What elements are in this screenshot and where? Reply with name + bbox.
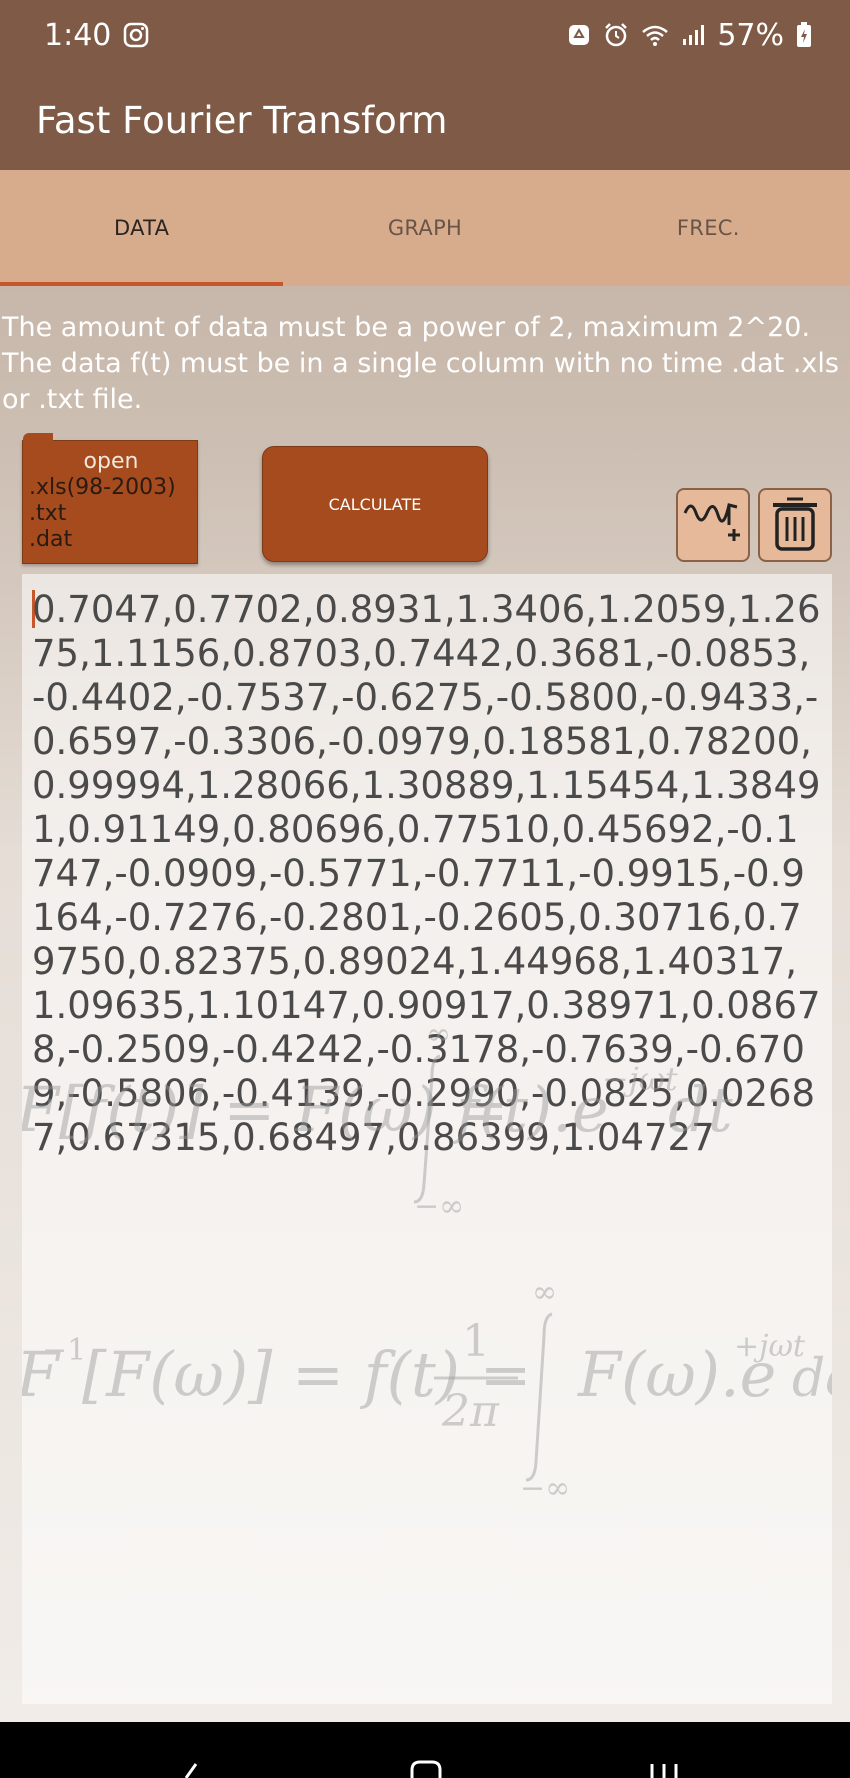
app-title: Fast Fourier Transform [36, 98, 448, 142]
data-input-value: 0.7047,0.7702,0.8931,1.3406,1.2059,1.267… [32, 588, 821, 1159]
open-button-title: open [83, 449, 139, 474]
calculate-button[interactable]: CALCULATE [262, 446, 488, 562]
open-format-txt: .txt [29, 501, 67, 526]
back-icon[interactable] [184, 1763, 198, 1778]
instructions-text: The amount of data must be a power of 2,… [2, 312, 839, 415]
open-format-dat: .dat [29, 527, 73, 552]
add-signal-button[interactable] [676, 488, 750, 562]
battery-charging-icon [796, 22, 812, 48]
battery-text: 57% [717, 17, 784, 53]
alarm-icon [603, 22, 629, 48]
clear-data-button[interactable] [758, 488, 832, 562]
tab-data[interactable]: DATA [0, 170, 284, 286]
signal-icon [681, 23, 705, 47]
add-signal-icon [681, 491, 745, 559]
tab-frec-label: FREC. [676, 216, 740, 240]
app-bar: Fast Fourier Transform [0, 70, 850, 170]
tab-graph[interactable]: GRAPH [283, 170, 566, 286]
home-icon[interactable] [410, 1760, 442, 1778]
instagram-icon [123, 22, 149, 48]
tab-data-label: DATA [114, 216, 170, 240]
wifi-icon [641, 23, 669, 47]
data-panel: The amount of data must be a power of 2,… [0, 286, 850, 1722]
trash-icon [767, 493, 823, 557]
data-input[interactable]: 0.7047,0.7702,0.8931,1.3406,1.2059,1.267… [22, 574, 832, 1704]
open-format-xls: .xls(98-2003) [29, 475, 176, 500]
tab-bar: DATA GRAPH FREC. [0, 170, 850, 286]
tab-frec[interactable]: FREC. [567, 170, 850, 286]
status-bar: 1:40 57% [0, 0, 850, 70]
status-time: 1:40 [44, 17, 112, 53]
calculate-button-label: CALCULATE [328, 494, 422, 514]
open-file-button[interactable]: open .xls(98-2003) .txt .dat [22, 433, 198, 564]
folder-tab-icon [23, 433, 53, 443]
tab-graph-label: GRAPH [387, 216, 463, 240]
recents-icon[interactable] [650, 1764, 678, 1778]
recycle-notification-icon [567, 23, 591, 47]
navigation-bar [0, 1722, 850, 1778]
